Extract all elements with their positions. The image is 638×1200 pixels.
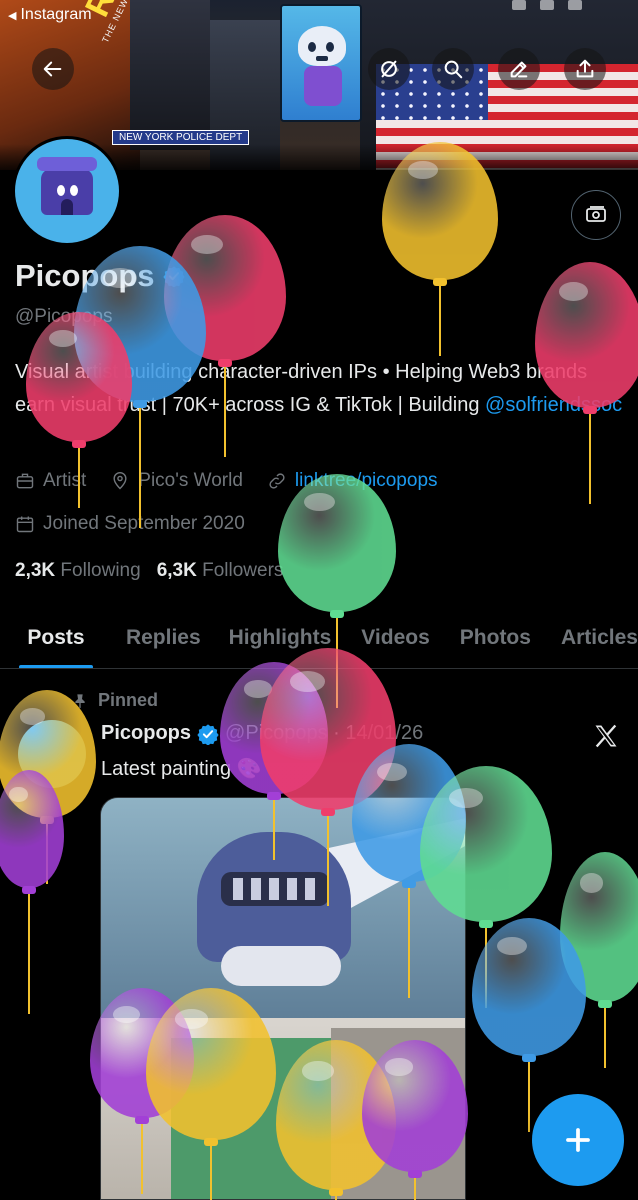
post-author-avatar[interactable] <box>18 720 86 788</box>
edit-button[interactable] <box>498 48 540 90</box>
display-name-row: Picopops <box>15 258 185 294</box>
following-count: 2,3K <box>15 560 56 581</box>
location-label: Pico's World <box>138 470 243 491</box>
share-button[interactable] <box>564 48 606 90</box>
followers-count: 6,3K <box>156 560 197 581</box>
followers-link[interactable]: 6,3K Followers <box>157 560 284 582</box>
plus-icon <box>566 1128 590 1152</box>
tab-highlights[interactable]: Highlights <box>229 606 332 668</box>
post-handle-date: @Picopops · 14/01/26 <box>225 722 424 744</box>
painting-image <box>101 798 465 1018</box>
tab-replies[interactable]: Replies <box>126 606 201 668</box>
banner-billboard <box>280 4 362 122</box>
monetization-button[interactable] <box>571 190 621 240</box>
profile-tabs: Posts Replies Highlights Videos Photos A… <box>0 606 638 669</box>
verified-badge-icon <box>197 723 219 745</box>
website-link[interactable]: linktree/picopops <box>295 470 438 492</box>
compose-post-button[interactable] <box>532 1094 624 1186</box>
status-icons <box>512 0 582 10</box>
banner-street-sign: NEW YORK POLICE DEPT <box>112 130 250 145</box>
location-item: Pico's World <box>110 470 243 492</box>
profile-handle: @Picopops <box>15 306 113 327</box>
profession-item: Artist <box>15 470 86 492</box>
post-author-name[interactable]: Picopops <box>101 722 191 745</box>
grok-icon <box>381 60 397 78</box>
location-pin-icon <box>113 471 127 490</box>
verified-badge-icon[interactable] <box>162 265 185 287</box>
calendar-icon <box>16 516 34 533</box>
profile-avatar[interactable] <box>12 136 122 246</box>
joined-row: Joined September 2020 <box>15 513 245 535</box>
studio-photo-image <box>101 1018 465 1199</box>
post-header: Picopops @Picopops · 14/01/26 <box>101 722 423 745</box>
x-logo-icon[interactable] <box>592 722 620 750</box>
tab-photos[interactable]: Photos <box>460 606 531 668</box>
back-triangle-icon: ◀ <box>8 9 17 22</box>
tab-videos[interactable]: Videos <box>361 606 429 668</box>
share-icon <box>576 59 594 78</box>
back-button[interactable] <box>32 48 74 90</box>
joined-label: Joined September 2020 <box>43 513 245 534</box>
banner-building <box>130 0 210 150</box>
profile-bio: Visual artist building character-driven … <box>15 356 630 422</box>
following-label: Following <box>60 560 141 581</box>
following-link[interactable]: 2,3K Following <box>15 560 141 582</box>
back-arrow-icon <box>43 61 62 77</box>
display-name: Picopops <box>15 258 155 293</box>
profession-label: Artist <box>43 470 87 491</box>
back-to-app-link[interactable]: ◀ Instagram <box>8 6 92 24</box>
back-app-label: Instagram <box>20 6 92 23</box>
bio-mention-link[interactable]: @solfriendssoc <box>485 394 622 416</box>
edit-icon <box>510 61 528 78</box>
follow-counts: 2,3K Following 6,3K Followers <box>15 560 283 582</box>
money-icon <box>586 206 606 222</box>
profile-meta-row: Artist Pico's World linktree/picopops <box>15 470 438 492</box>
followers-label: Followers <box>202 560 284 581</box>
pinned-indicator: Pinned <box>72 690 158 711</box>
tab-posts[interactable]: Posts <box>19 606 93 668</box>
castle-mascot-image <box>37 157 97 215</box>
tab-articles[interactable]: Articles <box>561 606 638 668</box>
post-media[interactable] <box>100 797 466 1200</box>
pin-icon <box>75 693 85 708</box>
pinned-label: Pinned <box>98 690 159 710</box>
link-icon <box>269 473 285 489</box>
website-item[interactable]: linktree/picopops <box>267 470 438 492</box>
search-icon <box>444 60 463 79</box>
post-text: Latest painting 🎨 <box>101 758 262 780</box>
grok-button[interactable] <box>368 48 410 90</box>
search-button[interactable] <box>432 48 474 90</box>
briefcase-icon <box>16 473 34 489</box>
